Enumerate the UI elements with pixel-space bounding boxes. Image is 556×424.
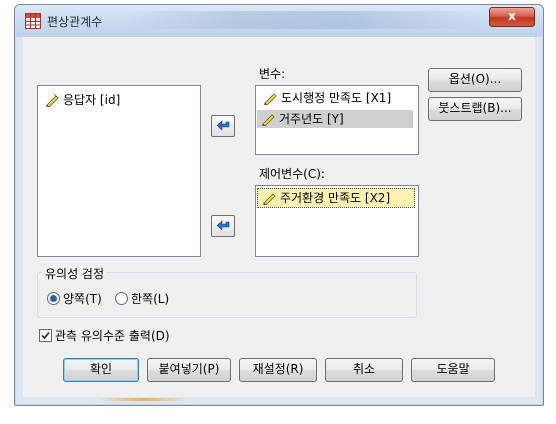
help-button[interactable]: 도움말 bbox=[411, 358, 495, 382]
significance-title: 유의성 검정 bbox=[43, 265, 107, 282]
title-bar[interactable]: 편상관계수 x bbox=[15, 5, 543, 37]
two-tailed-radio[interactable] bbox=[47, 292, 60, 305]
dialog-window: 편상관계수 x 응답자 [id] 변수: 도시행정 만족도 [X1] 거주년도 … bbox=[14, 4, 544, 406]
list-item[interactable]: 응답자 [id] bbox=[41, 91, 120, 109]
variables-label: 변수: bbox=[259, 67, 286, 81]
list-item-label: 주거환경 만족도 [X2] bbox=[280, 191, 391, 205]
variables-list[interactable]: 도시행정 만족도 [X1] 거주년도 [Y] bbox=[255, 85, 419, 155]
ruler-pencil-icon bbox=[263, 193, 276, 205]
two-tailed-label[interactable]: 양쪽(T) bbox=[63, 290, 102, 307]
one-tailed-radio[interactable] bbox=[115, 292, 128, 305]
window-title: 편상관계수 bbox=[47, 15, 103, 29]
list-item-selected[interactable]: 주거환경 만족도 [X2] bbox=[257, 188, 415, 208]
one-tailed-label[interactable]: 한쪽(L) bbox=[131, 290, 169, 307]
arrow-left-icon bbox=[216, 220, 230, 231]
ruler-pencil-icon bbox=[46, 93, 59, 107]
cancel-button[interactable]: 취소 bbox=[325, 358, 403, 382]
move-to-variables-button[interactable] bbox=[211, 115, 235, 137]
ruler-pencil-icon bbox=[262, 114, 275, 126]
flag-significance-checkbox[interactable] bbox=[39, 329, 52, 342]
list-item-label: 응답자 [id] bbox=[63, 93, 121, 107]
control-variables-label: 제어변수(C): bbox=[259, 167, 325, 181]
source-variable-list[interactable]: 응답자 [id] bbox=[37, 85, 201, 257]
dialog-content: 응답자 [id] 변수: 도시행정 만족도 [X1] 거주년도 [Y] 제어변수… bbox=[23, 37, 535, 397]
list-item-selected[interactable]: 거주년도 [Y] bbox=[257, 110, 413, 128]
arrow-left-icon bbox=[216, 120, 230, 131]
ok-button[interactable]: 확인 bbox=[63, 358, 139, 382]
title-blur bbox=[125, 11, 485, 29]
list-item-label: 도시행정 만족도 [X1] bbox=[281, 91, 392, 105]
checkmark-icon bbox=[41, 331, 50, 340]
reset-button[interactable]: 재설정(R) bbox=[239, 358, 317, 382]
close-button[interactable]: x bbox=[489, 7, 535, 27]
move-to-controls-button[interactable] bbox=[211, 215, 235, 237]
taskbar-accent bbox=[98, 398, 188, 401]
control-variables-list[interactable]: 주거환경 만족도 [X2] bbox=[255, 185, 419, 257]
radio-selected-dot bbox=[50, 295, 57, 302]
options-button[interactable]: 옵션(O)... bbox=[428, 68, 522, 92]
paste-button[interactable]: 붙여넣기(P) bbox=[147, 358, 231, 382]
list-item-label: 거주년도 [Y] bbox=[279, 112, 344, 126]
flag-significance-label[interactable]: 관측 유의수준 출력(D) bbox=[55, 327, 170, 344]
list-item[interactable]: 도시행정 만족도 [X1] bbox=[259, 89, 391, 107]
table-grid-icon bbox=[25, 13, 41, 29]
ruler-pencil-icon bbox=[264, 93, 277, 105]
bootstrap-button[interactable]: 붓스트랩(B)... bbox=[428, 97, 522, 121]
